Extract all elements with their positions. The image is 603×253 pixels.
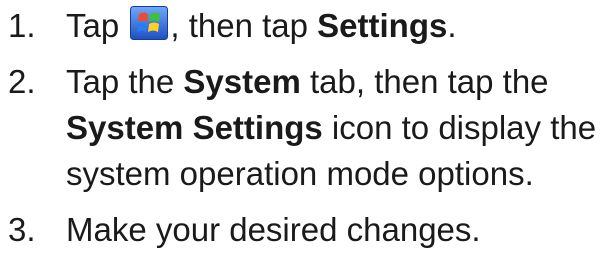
settings-label: Settings xyxy=(317,7,448,44)
step-line: Make your desired changes. xyxy=(66,211,481,248)
step-text: , then tap xyxy=(170,7,308,44)
step-text: Tap the xyxy=(66,63,175,100)
system-settings-label: System Settings xyxy=(66,109,323,146)
step-text: tab, then tap the xyxy=(310,63,549,100)
instruction-steps: 1. Tap , then tap Settings. 2. Tap the S… xyxy=(0,3,603,253)
step-text: Tap xyxy=(66,7,120,44)
step-line: System Settings icon to display the xyxy=(66,105,603,151)
step-line: system operation mode options. xyxy=(66,155,534,192)
step-3: 3. Make your desired changes. xyxy=(0,207,603,253)
step-2: 2. Tap the System tab, then tap the Syst… xyxy=(0,59,603,197)
step-number: 1. xyxy=(8,7,36,44)
step-text: . xyxy=(447,7,457,44)
step-number: 3. xyxy=(8,211,36,248)
step-text: icon to display the xyxy=(331,109,597,146)
windows-start-icon xyxy=(130,6,169,40)
system-tab-label: System xyxy=(183,63,301,100)
step-number: 2. xyxy=(8,63,36,100)
step-1: 1. Tap , then tap Settings. xyxy=(0,3,603,49)
step-line: Tap the System tab, then tap the xyxy=(66,59,603,105)
step-line: Tap , then tap Settings. xyxy=(66,3,603,49)
